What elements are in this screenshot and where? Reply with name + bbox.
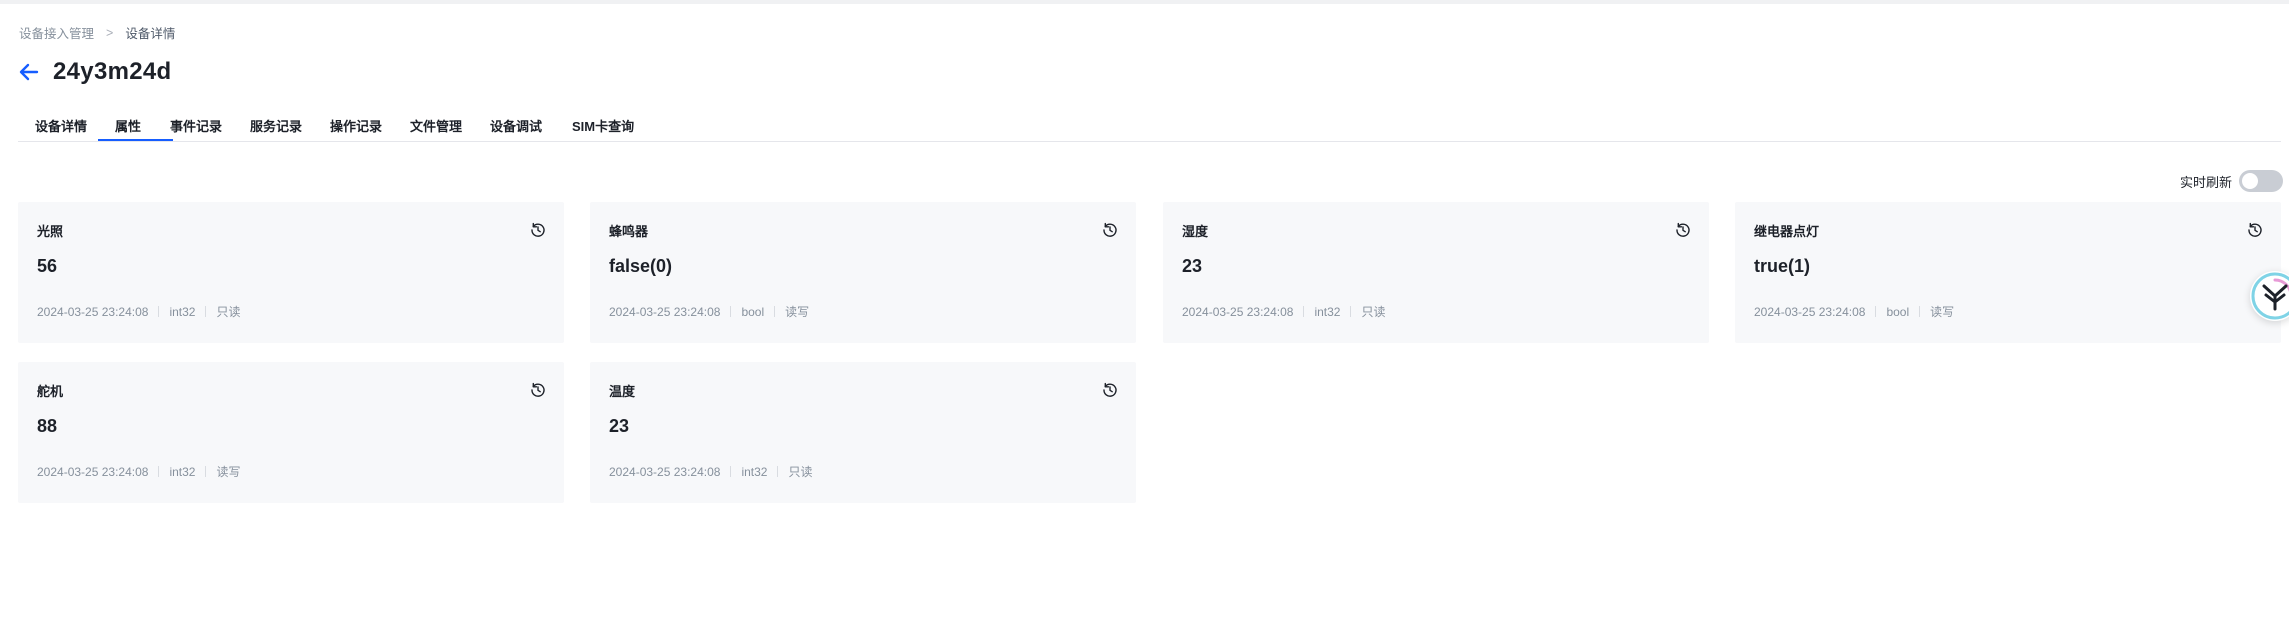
property-time: 2024-03-25 23:24:08 bbox=[1182, 304, 1294, 319]
top-strip bbox=[0, 0, 2289, 4]
meta-divider bbox=[730, 306, 732, 317]
meta-divider bbox=[730, 466, 732, 477]
realtime-refresh-label: 实时刷新 bbox=[2179, 174, 2232, 190]
realtime-refresh-toggle[interactable] bbox=[2239, 170, 2283, 192]
tab-device-details[interactable]: 设备详情 bbox=[35, 116, 87, 135]
toggle-knob bbox=[2242, 173, 2258, 189]
tab-sim-query[interactable]: SIM卡查询 bbox=[572, 116, 634, 135]
property-name: 继电器点灯 bbox=[1754, 224, 1820, 239]
property-card: 蜂鸣器 false(0) 2024-03-25 23:24:08 bool 读写 bbox=[590, 202, 1136, 343]
tab-properties[interactable]: 属性 bbox=[115, 116, 141, 135]
history-icon[interactable] bbox=[530, 382, 546, 398]
property-meta: 2024-03-25 23:24:08 bool 读写 bbox=[1754, 303, 1954, 320]
history-icon[interactable] bbox=[1675, 222, 1691, 238]
tab-service-records[interactable]: 服务记录 bbox=[250, 116, 302, 135]
property-name: 光照 bbox=[37, 224, 64, 239]
property-value: 56 bbox=[37, 256, 58, 276]
meta-divider bbox=[774, 306, 776, 317]
meta-divider bbox=[205, 466, 207, 477]
history-icon[interactable] bbox=[1102, 382, 1118, 398]
property-meta: 2024-03-25 23:24:08 int32 只读 bbox=[1182, 303, 1385, 320]
property-meta: 2024-03-25 23:24:08 int32 读写 bbox=[37, 463, 240, 480]
property-time: 2024-03-25 23:24:08 bbox=[37, 464, 149, 479]
tab-operation-records[interactable]: 操作记录 bbox=[330, 116, 382, 135]
meta-divider bbox=[158, 466, 160, 477]
property-value: false(0) bbox=[609, 256, 673, 276]
meta-divider bbox=[205, 306, 207, 317]
property-access: 只读 bbox=[216, 305, 241, 319]
history-icon[interactable] bbox=[530, 222, 546, 238]
property-name: 湿度 bbox=[1182, 224, 1209, 239]
property-type: int32 bbox=[169, 304, 196, 319]
meta-divider bbox=[158, 306, 160, 317]
property-value: 23 bbox=[1182, 256, 1203, 276]
property-card: 继电器点灯 true(1) 2024-03-25 23:24:08 bool 读… bbox=[1735, 202, 2281, 343]
tab-file-management[interactable]: 文件管理 bbox=[410, 116, 462, 135]
arrow-left-icon[interactable] bbox=[17, 60, 41, 84]
property-name: 舵机 bbox=[37, 384, 64, 399]
breadcrumb-current: 设备详情 bbox=[125, 27, 176, 41]
property-value: 23 bbox=[609, 416, 630, 436]
breadcrumb-parent-link[interactable]: 设备接入管理 bbox=[19, 23, 94, 42]
property-meta: 2024-03-25 23:24:08 int32 只读 bbox=[37, 303, 240, 320]
history-icon[interactable] bbox=[2247, 222, 2263, 238]
property-card: 湿度 23 2024-03-25 23:24:08 int32 只读 bbox=[1163, 202, 1709, 343]
property-name: 蜂鸣器 bbox=[609, 224, 649, 239]
property-access: 只读 bbox=[1361, 305, 1386, 319]
meta-divider bbox=[1919, 306, 1921, 317]
breadcrumb: 设备接入管理 > 设备详情 bbox=[19, 23, 175, 42]
property-name: 温度 bbox=[609, 384, 636, 399]
property-type: int32 bbox=[741, 464, 768, 479]
property-value: true(1) bbox=[1754, 256, 1811, 276]
meta-divider bbox=[1350, 306, 1352, 317]
meta-divider bbox=[1303, 306, 1305, 317]
property-card: 舵机 88 2024-03-25 23:24:08 int32 读写 bbox=[18, 362, 564, 503]
page-title: 24y3m24d bbox=[53, 58, 172, 85]
property-time: 2024-03-25 23:24:08 bbox=[609, 304, 721, 319]
title-row: 24y3m24d bbox=[17, 58, 172, 86]
property-time: 2024-03-25 23:24:08 bbox=[609, 464, 721, 479]
meta-divider bbox=[1875, 306, 1877, 317]
property-card: 温度 23 2024-03-25 23:24:08 int32 只读 bbox=[590, 362, 1136, 503]
property-access: 读写 bbox=[785, 305, 810, 319]
active-tab-indicator bbox=[98, 139, 173, 141]
property-meta: 2024-03-25 23:24:08 bool 读写 bbox=[609, 303, 809, 320]
tab-event-records[interactable]: 事件记录 bbox=[170, 116, 222, 135]
property-access: 只读 bbox=[788, 465, 813, 479]
history-icon[interactable] bbox=[1102, 222, 1118, 238]
property-time: 2024-03-25 23:24:08 bbox=[1754, 304, 1866, 319]
property-type: bool bbox=[741, 304, 765, 319]
property-access: 读写 bbox=[216, 465, 241, 479]
property-type: bool bbox=[1886, 304, 1910, 319]
property-card: 光照 56 2024-03-25 23:24:08 int32 只读 bbox=[18, 202, 564, 343]
realtime-refresh: 实时刷新 bbox=[2180, 170, 2283, 192]
property-time: 2024-03-25 23:24:08 bbox=[37, 304, 149, 319]
property-type: int32 bbox=[1314, 304, 1341, 319]
tab-bar: 设备详情 属性 事件记录 服务记录 操作记录 文件管理 设备调试 SIM卡查询 bbox=[18, 112, 2281, 142]
property-access: 读写 bbox=[1930, 305, 1955, 319]
meta-divider bbox=[777, 466, 779, 477]
breadcrumb-separator: > bbox=[106, 25, 114, 40]
property-value: 88 bbox=[37, 416, 58, 436]
tab-device-debug[interactable]: 设备调试 bbox=[490, 116, 542, 135]
property-type: int32 bbox=[169, 464, 196, 479]
property-meta: 2024-03-25 23:24:08 int32 只读 bbox=[609, 463, 812, 480]
